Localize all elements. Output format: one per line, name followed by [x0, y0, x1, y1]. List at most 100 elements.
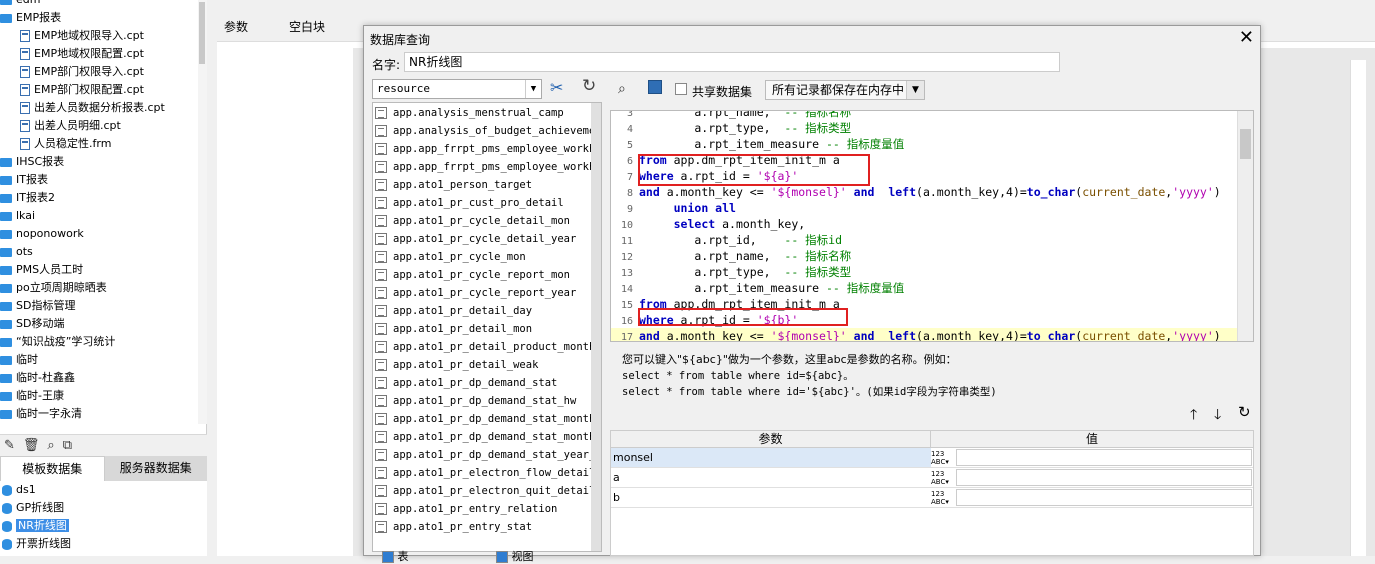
table-item[interactable]: app.ato1_pr_cust_pro_detail [373, 194, 601, 212]
refresh-icon[interactable]: ↻ [582, 76, 596, 96]
table-item[interactable]: app.app_frrpt_pms_employee_workho [373, 158, 601, 176]
save-icon[interactable] [648, 80, 662, 94]
dataset-item[interactable]: NR折线图 [0, 517, 207, 535]
tree-item[interactable]: po立项周期晾晒表 [0, 279, 198, 297]
tab-template-dataset[interactable]: 模板数据集 [0, 456, 105, 481]
table-item[interactable]: app.ato1_pr_electron_quit_detail [373, 482, 601, 500]
param-name[interactable]: b [611, 488, 931, 507]
table-item[interactable]: app.ato1_pr_cycle_detail_mon [373, 212, 601, 230]
param-row[interactable]: a 123 ABC▾ [611, 468, 1253, 488]
tree-item[interactable]: lkai [0, 207, 198, 225]
tree-item[interactable]: 人员稳定性.frm [0, 135, 198, 153]
table-item[interactable]: app.ato1_pr_detail_product_month [373, 338, 601, 356]
tree-item[interactable]: IT报表2 [0, 189, 198, 207]
table-item[interactable]: app.ato1_person_target [373, 176, 601, 194]
tree-item[interactable]: EMP部门权限配置.cpt [0, 81, 198, 99]
tree-scroll-thumb[interactable] [199, 2, 205, 64]
preview-icon[interactable]: ⌕ [47, 438, 54, 453]
views-checkbox[interactable]: 视图 [496, 548, 534, 564]
sql-scroll-thumb[interactable] [1240, 129, 1251, 159]
copy-icon[interactable]: ⧉ [63, 438, 72, 453]
checkbox-icon[interactable] [496, 551, 508, 563]
table-item[interactable]: app.ato1_pr_dp_demand_stat_hw [373, 392, 601, 410]
tree-item[interactable]: 临时-杜鑫鑫 [0, 369, 198, 387]
name-input[interactable]: NR折线图 [404, 52, 1060, 72]
file-icon [20, 102, 30, 114]
param-name[interactable]: a [611, 468, 931, 487]
tree-item-label: 临时-王康 [16, 389, 64, 402]
tree-item[interactable]: 临时-王康 [0, 387, 198, 405]
tree-item[interactable]: “知识战疫”学习统计 [0, 333, 198, 351]
share-dataset-checkbox[interactable] [675, 83, 687, 95]
tree-item[interactable]: 临时 [0, 351, 198, 369]
param-value-input[interactable] [956, 469, 1252, 486]
close-button[interactable]: ✕ [1239, 26, 1254, 50]
table-item[interactable]: app.ato1_pr_cycle_mon [373, 248, 601, 266]
dataset-item[interactable]: 开票折线图 [0, 535, 207, 553]
canvas-scrollbar[interactable] [1350, 60, 1366, 556]
param-value-input[interactable] [956, 449, 1252, 466]
checkbox-icon[interactable] [382, 551, 394, 563]
table-item[interactable]: app.analysis_of_budget_achievemen [373, 122, 601, 140]
table-item[interactable]: app.ato1_pr_entry_relation [373, 500, 601, 518]
settings-tool-icon[interactable]: ✂ [550, 78, 563, 97]
table-item[interactable]: app.ato1_pr_entry_stat [373, 518, 601, 536]
type-selector-icon[interactable]: 123 ABC▾ [931, 448, 955, 467]
refresh-params-icon[interactable]: ↻ [1238, 403, 1251, 421]
param-name[interactable]: monsel [611, 448, 931, 467]
param-row[interactable]: b 123 ABC▾ [611, 488, 1253, 508]
tree-item[interactable]: noponowork [0, 225, 198, 243]
tree-item[interactable]: ots [0, 243, 198, 261]
tree-scrollbar[interactable] [198, 0, 207, 424]
tree-item[interactable]: edm [0, 0, 198, 9]
tab-server-dataset[interactable]: 服务器数据集 [104, 456, 207, 481]
table-item[interactable]: app.ato1_pr_dp_demand_stat_year_h [373, 446, 601, 464]
chevron-down-icon[interactable]: ▼ [906, 81, 924, 99]
arrow-down-icon[interactable]: 🡓 [1214, 404, 1221, 428]
table-item[interactable]: app.analysis_menstrual_camp [373, 104, 601, 122]
table-item[interactable]: app.ato1_pr_detail_weak [373, 356, 601, 374]
param-panel-label[interactable]: 参数 [224, 18, 248, 35]
tree-item[interactable]: 出差人员数据分析报表.cpt [0, 99, 198, 117]
sql-editor[interactable]: 3 a.rpt_name, -- 指标名称 4 a.rpt_type, -- 指… [610, 110, 1254, 342]
dataset-item[interactable]: GP折线图 [0, 499, 207, 517]
tree-item[interactable]: EMP部门权限导入.cpt [0, 63, 198, 81]
delete-icon[interactable]: 🗑 [23, 438, 40, 453]
cache-mode-select[interactable]: 所有记录都保存在内存中 ▼ [765, 80, 925, 100]
table-item[interactable]: app.ato1_pr_detail_day [373, 302, 601, 320]
tree-item[interactable]: PMS人员工时 [0, 261, 198, 279]
table-item[interactable]: app.ato1_pr_cycle_detail_year [373, 230, 601, 248]
table-item[interactable]: app.ato1_pr_dp_demand_stat_monthl [373, 428, 601, 446]
datasource-select[interactable]: resource ▼ [372, 79, 542, 99]
dataset-item[interactable]: ds1 [0, 481, 207, 499]
tree-item[interactable]: IHSC报表 [0, 153, 198, 171]
type-selector-icon[interactable]: 123 ABC▾ [931, 468, 955, 487]
preview-icon[interactable]: ⌕ [618, 81, 626, 97]
table-item[interactable]: app.ato1_pr_cycle_report_year [373, 284, 601, 302]
tree-item[interactable]: SD指标管理 [0, 297, 198, 315]
type-selector-icon[interactable]: 123 ABC▾ [931, 488, 955, 507]
tree-item[interactable]: EMP报表 [0, 9, 198, 27]
chevron-down-icon[interactable]: ▼ [525, 80, 541, 98]
tree-item[interactable]: 临时一字永清 [0, 405, 198, 423]
tree-item[interactable]: EMP地域权限配置.cpt [0, 45, 198, 63]
edit-icon[interactable]: ✎ [4, 438, 15, 453]
table-item[interactable]: app.app_frrpt_pms_employee_workho [373, 140, 601, 158]
tree-item[interactable]: IT报表 [0, 171, 198, 189]
table-item[interactable]: app.ato1_pr_detail_mon [373, 320, 601, 338]
arrow-up-icon[interactable]: 🡑 [1190, 404, 1197, 428]
tree-item[interactable]: EMP地域权限导入.cpt [0, 27, 198, 45]
table-list-scrollbar[interactable] [591, 103, 601, 551]
table-item[interactable]: app.ato1_pr_dp_demand_stat_monthl [373, 410, 601, 428]
sql-scrollbar[interactable] [1237, 111, 1253, 341]
table-item[interactable]: app.ato1_pr_electron_flow_detail [373, 464, 601, 482]
tree-item[interactable]: 出差人员明细.cpt [0, 117, 198, 135]
table-item[interactable]: app.ato1_pr_dp_demand_stat [373, 374, 601, 392]
blank-block-label[interactable]: 空白块 [289, 18, 325, 35]
tables-checkbox[interactable]: 表 [382, 548, 409, 564]
table-item[interactable]: app.ato1_pr_cycle_report_mon [373, 266, 601, 284]
param-value-input[interactable] [956, 489, 1252, 506]
param-row[interactable]: monsel 123 ABC▾ [611, 448, 1253, 468]
tree-item[interactable]: SD移动端 [0, 315, 198, 333]
table-icon [375, 233, 387, 245]
